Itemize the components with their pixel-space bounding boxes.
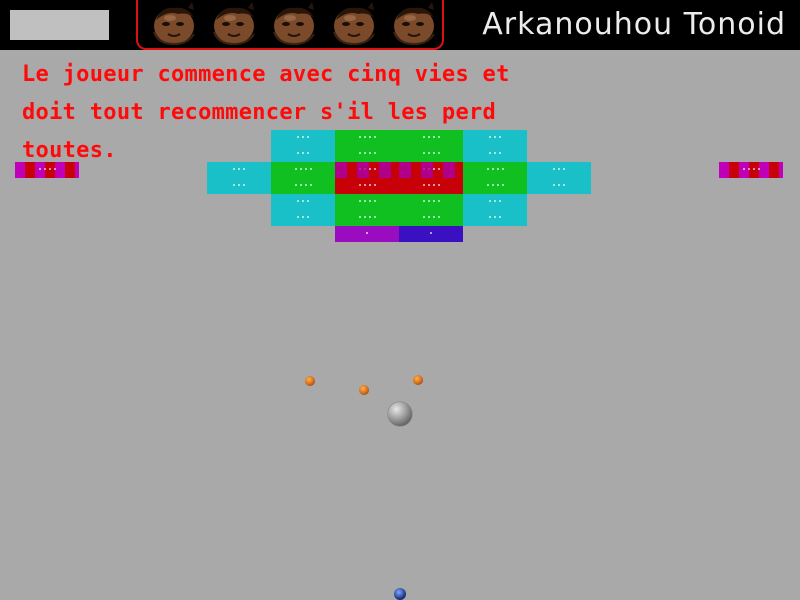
brick-green	[399, 210, 463, 226]
main-ball	[388, 402, 412, 426]
brick-green	[463, 178, 527, 194]
score-display	[10, 10, 109, 40]
brick-purple	[335, 226, 399, 242]
brick-green	[399, 194, 463, 210]
brick-cyan	[271, 210, 335, 226]
game-screen[interactable]: Arkanouhou Tonoid Le joueur commence ave…	[0, 0, 800, 600]
small-ball	[359, 385, 369, 395]
brick-cyan	[463, 210, 527, 226]
top-bar: Arkanouhou Tonoid	[0, 0, 800, 50]
life-icon	[208, 2, 260, 46]
life-icon	[388, 2, 440, 46]
brick-red	[335, 178, 399, 194]
brick-cyan	[271, 194, 335, 210]
life-icon	[268, 2, 320, 46]
brick-green	[335, 210, 399, 226]
brick-green	[271, 178, 335, 194]
brick-cyan	[527, 178, 591, 194]
brick-blue	[399, 226, 463, 242]
brick-cyan	[207, 178, 271, 194]
side-brick-right	[719, 162, 783, 178]
info-message: Le joueur commence avec cinq vies et doi…	[22, 62, 510, 163]
paddle-ball[interactable]	[394, 588, 406, 600]
lives-frame	[136, 0, 444, 50]
brick-cyan	[463, 194, 527, 210]
small-ball	[305, 376, 315, 386]
life-icon	[328, 2, 380, 46]
brick-red	[399, 178, 463, 194]
small-ball	[413, 375, 423, 385]
life-icon	[148, 2, 200, 46]
game-title: Arkanouhou Tonoid	[482, 7, 786, 42]
brick-green	[335, 194, 399, 210]
